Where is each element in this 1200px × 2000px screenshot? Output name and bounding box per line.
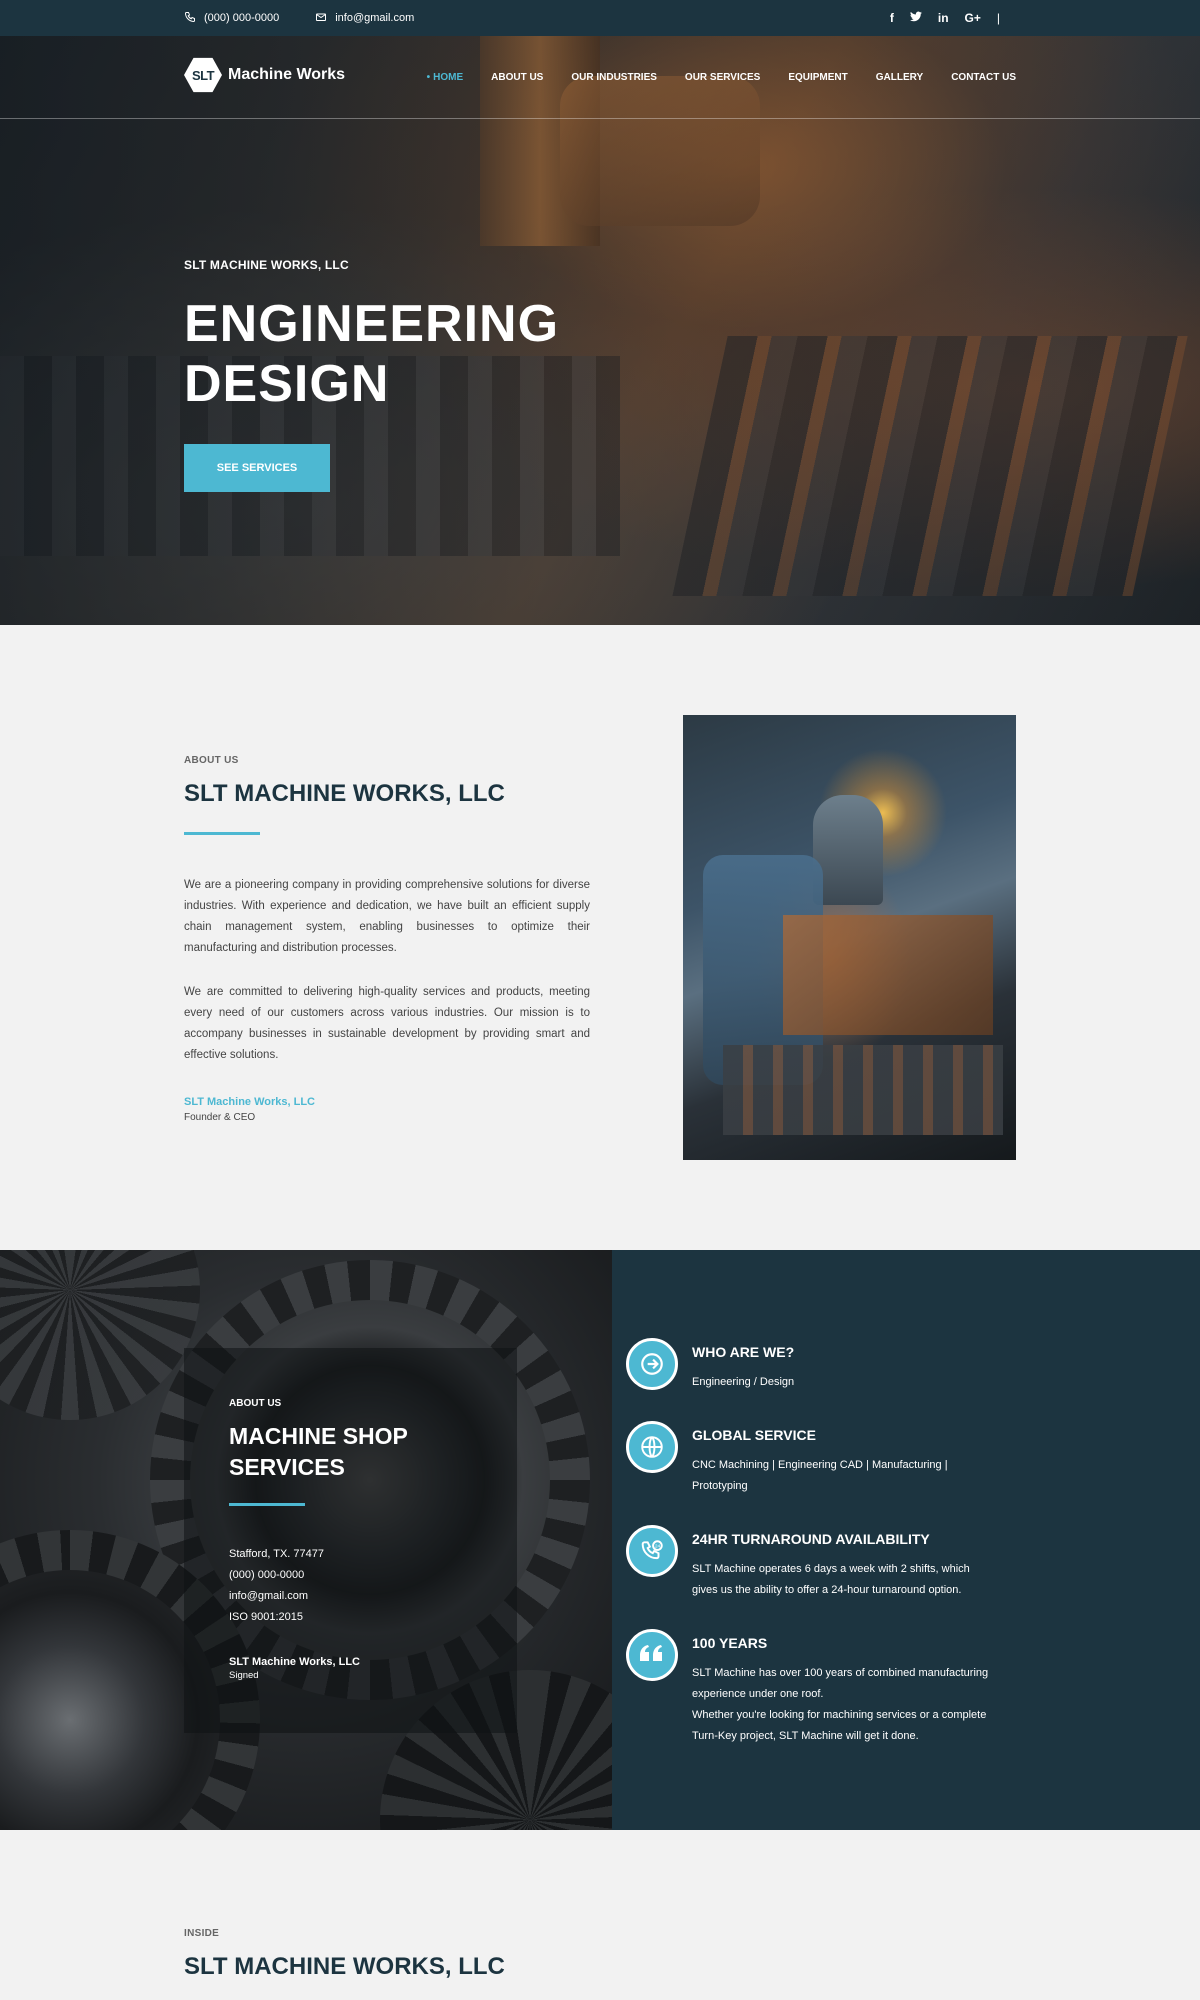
- hero-overlay: [0, 36, 1200, 625]
- hero-banner: [0, 36, 1200, 625]
- lathe-carriage: [783, 915, 993, 1035]
- email-address: info@gmail.com: [335, 12, 415, 24]
- arrow-right-circle-icon: [626, 1338, 678, 1390]
- title-underline: [184, 832, 260, 835]
- feature-body: GLOBAL SERVICE CNC Machining | Engineeri…: [692, 1427, 992, 1497]
- card-title-line1: MACHINE SHOP: [229, 1423, 408, 1449]
- card-iso: ISO 9001:2015: [229, 1611, 304, 1623]
- inside-heading: INSIDE SLT MACHINE WORKS, LLC: [184, 1928, 505, 1981]
- social-links: f in G+ |: [890, 0, 1000, 36]
- card-email[interactable]: info@gmail.com: [229, 1586, 517, 1607]
- card-contact-lines: Stafford, TX. 77477 (000) 000-0000 info@…: [229, 1544, 517, 1628]
- card-signer: SLT Machine Works, LLC: [229, 1656, 360, 1668]
- feature-title: GLOBAL SERVICE: [692, 1427, 816, 1443]
- about-paragraph-1: We are a pioneering company in providing…: [184, 879, 590, 954]
- feature-body: WHO ARE WE? Engineering / Design: [692, 1344, 992, 1393]
- feature-desc-line2: Whether you're looking for machining ser…: [692, 1709, 987, 1742]
- feature-body: 24HR TURNAROUND AVAILABILITY SLT Machine…: [692, 1531, 992, 1601]
- main-navigation: SLT Machine Works HOME ABOUT US OUR INDU…: [0, 36, 1200, 119]
- about-image-lathe: [683, 715, 1016, 1160]
- top-bar: (000) 000-0000 info@gmail.com f in G+ |: [0, 0, 1200, 36]
- about-eyebrow: ABOUT US: [184, 755, 239, 766]
- phone-icon: [184, 11, 196, 26]
- card-title: MACHINE SHOP SERVICES: [229, 1421, 517, 1483]
- twitter-icon[interactable]: [909, 11, 922, 25]
- phone-number: (000) 000-0000: [204, 12, 280, 24]
- about-title: SLT MACHINE WORKS, LLC: [184, 780, 505, 807]
- phone-24-icon: 24: [626, 1525, 678, 1577]
- contact-info: (000) 000-0000 info@gmail.com: [184, 0, 414, 36]
- feature-title: WHO ARE WE?: [692, 1344, 795, 1360]
- logo-name: Machine Works: [228, 66, 346, 83]
- nav-item-our-services[interactable]: OUR SERVICES: [685, 72, 760, 83]
- feature-desc: CNC Machining | Engineering CAD | Manufa…: [692, 1459, 948, 1492]
- about-text: ABOUT US SLT MACHINE WORKS, LLC We are a…: [184, 755, 590, 1123]
- svg-text:24: 24: [655, 1543, 661, 1549]
- card-underline: [229, 1503, 305, 1506]
- lathe-lamp: [813, 795, 883, 905]
- services-section: ABOUT US MACHINE SHOP SERVICES Stafford,…: [0, 1250, 1200, 1830]
- nav-item-equipment[interactable]: EQUIPMENT: [788, 72, 847, 83]
- hero-title: ENGINEERING DESIGN: [184, 294, 559, 414]
- email-contact[interactable]: info@gmail.com: [315, 11, 414, 26]
- feature-desc-line1: SLT Machine has over 100 years of combin…: [692, 1667, 989, 1700]
- nav-item-contact-us[interactable]: CONTACT US: [951, 72, 1016, 83]
- phone-contact[interactable]: (000) 000-0000: [184, 11, 279, 26]
- menu: HOME ABOUT US OUR INDUSTRIES OUR SERVICE…: [427, 36, 1016, 119]
- nav-item-about-us[interactable]: ABOUT US: [491, 72, 543, 83]
- feature-title: 24HR TURNAROUND AVAILABILITY: [692, 1531, 930, 1547]
- card-signed: Signed: [229, 1670, 259, 1681]
- quote-icon: [626, 1629, 678, 1681]
- see-services-button[interactable]: SEE SERVICES: [184, 444, 330, 492]
- feature-24hr-turnaround: 24 24HR TURNAROUND AVAILABILITY SLT Mach…: [626, 1525, 992, 1601]
- linkedin-icon[interactable]: in: [938, 11, 949, 25]
- lathe-bed: [723, 1045, 1003, 1135]
- nav-item-gallery[interactable]: GALLERY: [876, 72, 923, 83]
- card-eyebrow: ABOUT US: [229, 1398, 282, 1409]
- facebook-icon[interactable]: f: [890, 11, 894, 25]
- site-logo[interactable]: SLT Machine Works: [184, 56, 345, 94]
- inside-section: INSIDE SLT MACHINE WORKS, LLC: [0, 1830, 1200, 2000]
- email-icon: [315, 11, 327, 26]
- feature-global-service: GLOBAL SERVICE CNC Machining | Engineeri…: [626, 1421, 992, 1497]
- hero-eyebrow: SLT MACHINE WORKS, LLC: [184, 258, 349, 272]
- about-paragraph-2: We are committed to delivering high-qual…: [184, 986, 590, 1061]
- about-section: ABOUT US SLT MACHINE WORKS, LLC We are a…: [0, 625, 1200, 1250]
- feature-100-years: 100 YEARS SLT Machine has over 100 years…: [626, 1629, 992, 1747]
- feature-who-are-we: WHO ARE WE? Engineering / Design: [626, 1338, 992, 1393]
- card-title-line2: SERVICES: [229, 1454, 345, 1480]
- features-panel: WHO ARE WE? Engineering / Design GLOBAL …: [612, 1250, 1200, 1830]
- services-card: ABOUT US MACHINE SHOP SERVICES Stafford,…: [184, 1348, 517, 1733]
- inside-eyebrow: INSIDE: [184, 1928, 220, 1939]
- card-address: Stafford, TX. 77477: [229, 1548, 324, 1560]
- hero-content: SLT MACHINE WORKS, LLC ENGINEERING DESIG…: [184, 258, 559, 492]
- feature-desc: SLT Machine has over 100 years of combin…: [692, 1663, 992, 1747]
- feature-desc: SLT Machine operates 6 days a week with …: [692, 1563, 970, 1596]
- google-plus-icon[interactable]: G+: [965, 11, 981, 25]
- nav-item-home[interactable]: HOME: [427, 72, 463, 83]
- logo-mark: SLT: [184, 57, 222, 93]
- globe-icon: [626, 1421, 678, 1473]
- nav-item-our-industries[interactable]: OUR INDUSTRIES: [571, 72, 657, 83]
- signature-role: Founder & CEO: [184, 1112, 256, 1123]
- separator: |: [996, 11, 1000, 25]
- feature-title: 100 YEARS: [692, 1635, 768, 1651]
- hero-title-line1: ENGINEERING: [184, 295, 560, 353]
- signature-name: SLT Machine Works, LLC: [184, 1096, 315, 1108]
- card-phone[interactable]: (000) 000-0000: [229, 1565, 517, 1586]
- hero-title-line2: DESIGN: [184, 355, 390, 413]
- inside-title: SLT MACHINE WORKS, LLC: [184, 1953, 505, 1980]
- feature-desc: Engineering / Design: [692, 1376, 795, 1388]
- feature-body: 100 YEARS SLT Machine has over 100 years…: [692, 1635, 992, 1747]
